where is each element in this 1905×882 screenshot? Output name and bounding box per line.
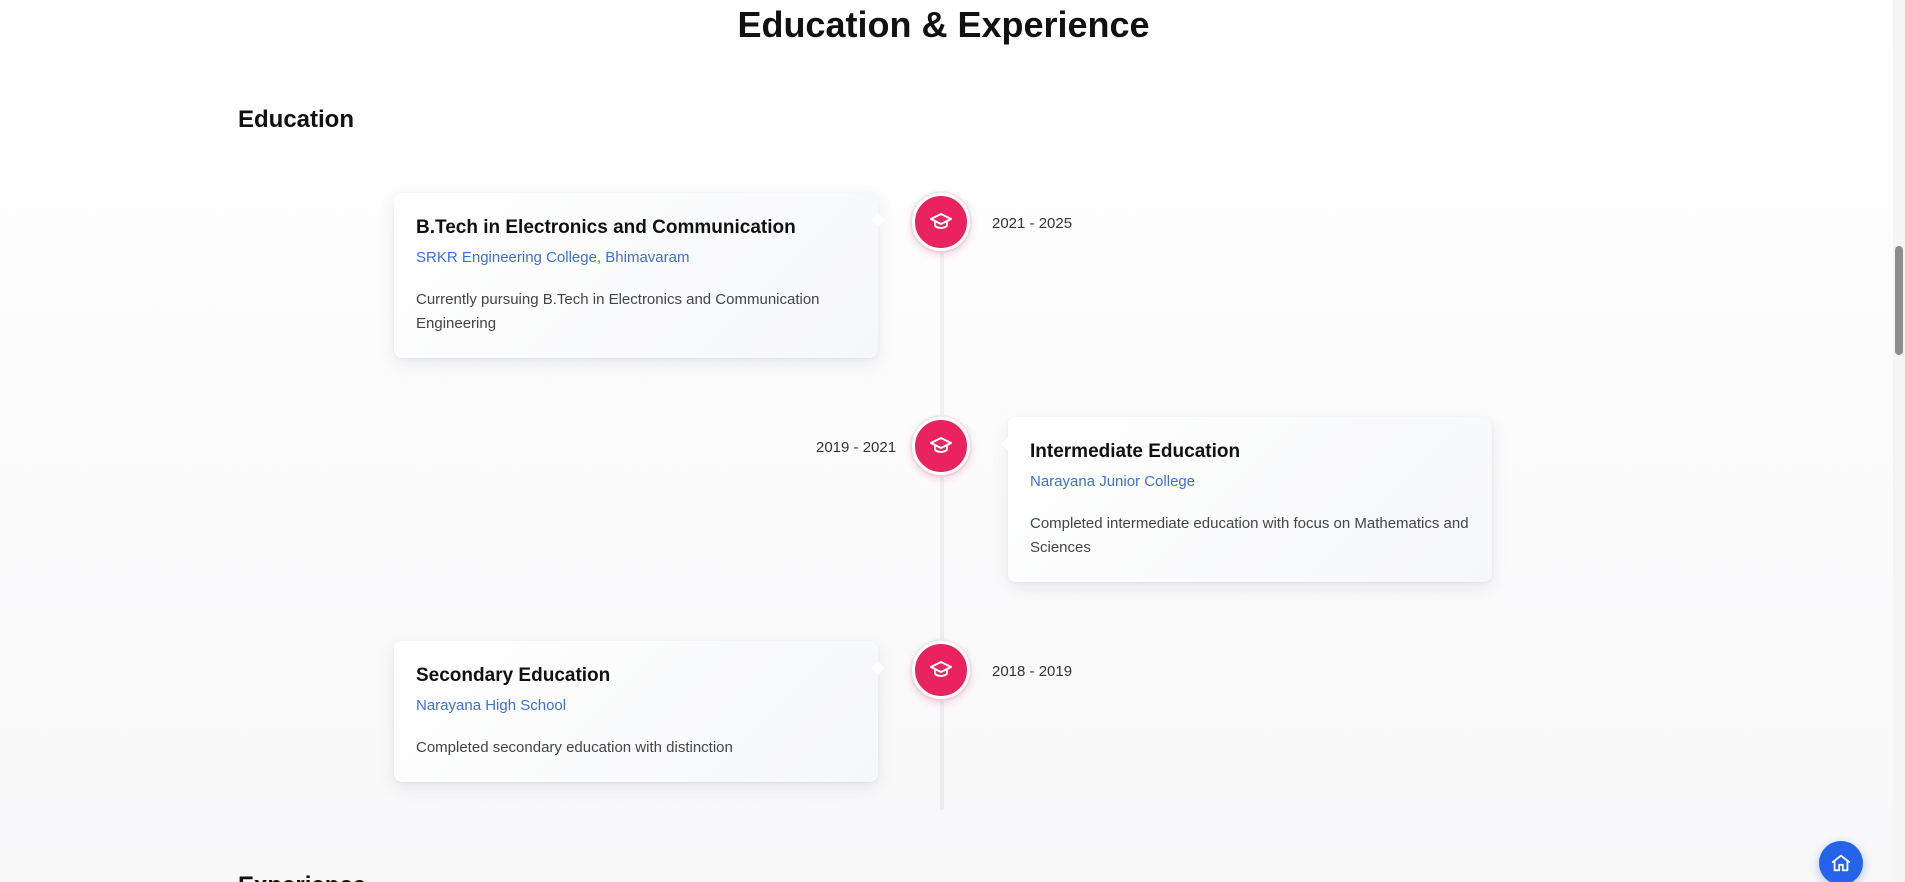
card-pointer xyxy=(870,660,886,676)
graduation-cap-icon xyxy=(930,437,952,453)
education-description: Currently pursuing B.Tech in Electronics… xyxy=(416,291,820,332)
education-title: Secondary Education xyxy=(416,665,611,686)
graduation-cap-icon xyxy=(930,213,952,229)
timeline-dot xyxy=(912,641,970,699)
home-button[interactable] xyxy=(1819,841,1863,882)
education-title: Intermediate Education xyxy=(1030,441,1241,462)
home-icon xyxy=(1831,854,1851,872)
timeline-dot xyxy=(912,193,970,251)
education-description: Completed intermediate education with fo… xyxy=(1030,515,1469,556)
education-card-btech: B.Tech in Electronics and Communication … xyxy=(394,193,886,358)
section-title-education: Education xyxy=(238,106,355,133)
education-period: 2021 - 2025 xyxy=(992,215,1073,232)
education-institution: SRKR Engineering College, Bhimavaram xyxy=(416,249,690,266)
education-institution: Narayana High School xyxy=(416,697,567,714)
card-pointer xyxy=(870,212,886,228)
section-title-experience: Experience xyxy=(238,872,366,882)
timeline-dot xyxy=(912,417,970,475)
graduation-cap-icon xyxy=(930,661,952,677)
timeline-line xyxy=(940,225,944,810)
page-title: Education & Experience xyxy=(737,4,1150,45)
scrollbar-thumb[interactable] xyxy=(1895,246,1903,355)
scrollbar[interactable] xyxy=(1893,0,1905,882)
education-card-secondary: Secondary Education Narayana High School… xyxy=(394,641,886,782)
education-period: 2018 - 2019 xyxy=(992,663,1073,680)
education-description: Completed secondary education with disti… xyxy=(416,739,733,756)
education-institution: Narayana Junior College xyxy=(1030,473,1196,490)
education-period: 2019 - 2021 xyxy=(816,439,897,456)
education-card-intermediate: Intermediate Education Narayana Junior C… xyxy=(1000,417,1492,582)
education-title: B.Tech in Electronics and Communication xyxy=(416,217,796,238)
card-pointer xyxy=(1000,436,1016,452)
